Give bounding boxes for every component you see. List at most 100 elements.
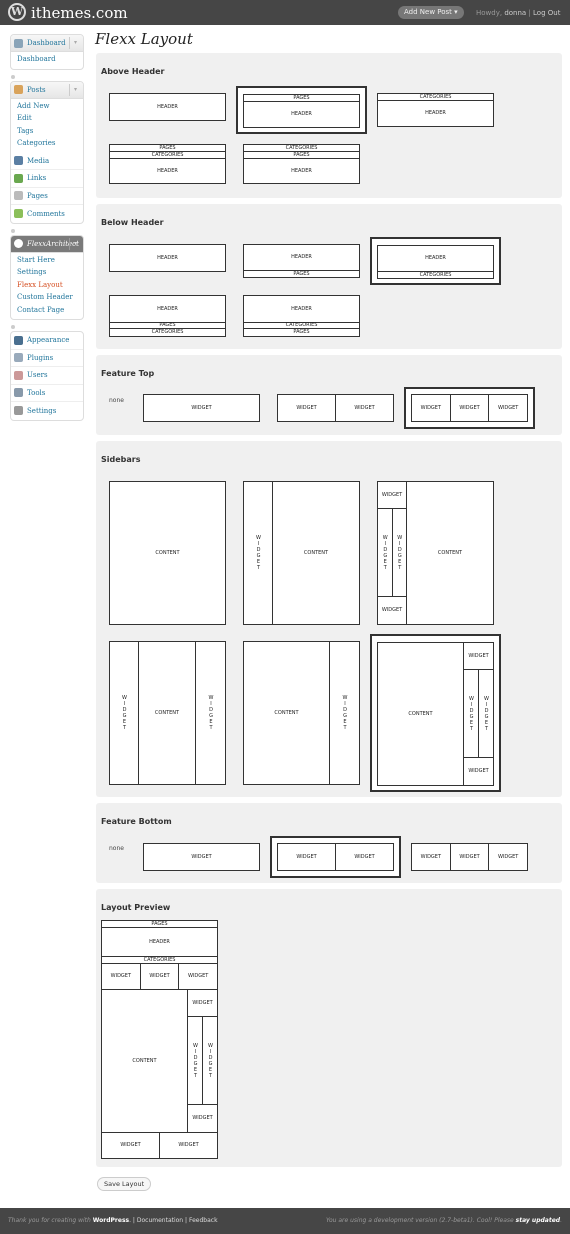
widget-block: WIDGET — [188, 973, 209, 979]
layout-option-selected[interactable]: WIDGET WIDGET — [270, 836, 401, 878]
submenu-edit[interactable]: Edit — [17, 112, 83, 125]
menu-links[interactable]: Links — [11, 170, 83, 188]
layout-option-selected[interactable]: PAGES HEADER — [236, 86, 367, 134]
layout-option[interactable]: HEADER — [109, 93, 226, 121]
menu-appearance[interactable]: Appearance — [11, 332, 83, 350]
menu-group-settings: Appearance Plugins Users Tools Settings — [10, 331, 84, 421]
widget-block: WIDGET — [483, 695, 490, 732]
layout-option[interactable]: WIDGET — [143, 843, 260, 871]
submenu-tags[interactable]: Tags — [17, 125, 83, 138]
widget-block: WIDGET — [178, 1142, 199, 1148]
toggle-arrow-icon[interactable]: ▾ — [69, 237, 81, 250]
wordpress-link[interactable]: WordPress — [93, 1217, 129, 1224]
widget-block: WIDGET — [464, 670, 479, 757]
widget-block: WIDGET — [102, 964, 141, 989]
section-title: Feature Top — [101, 369, 155, 378]
save-layout-button[interactable]: Save Layout — [97, 1177, 152, 1191]
stay-updated-link[interactable]: stay updated — [516, 1217, 560, 1224]
layout-option[interactable]: WIDGET WIDGET — [277, 394, 394, 422]
layout-option[interactable]: HEADER — [109, 244, 226, 272]
categories-block: CATEGORIES — [244, 145, 359, 152]
layout-option[interactable]: WIDGET WIDGET WIDGET — [411, 843, 528, 871]
widget-block: WIDGET — [342, 695, 348, 731]
layout-option[interactable]: HEADER CATEGORIES PAGES — [243, 295, 360, 337]
submenu-flexx-layout[interactable]: Flexx Layout — [17, 279, 83, 292]
content-block: CONTENT — [155, 549, 180, 556]
widget-block: WIDGET — [141, 964, 180, 989]
header-block: HEADER — [157, 167, 178, 174]
none-option-label[interactable]: none — [109, 397, 124, 404]
submenu-dashboard[interactable]: Dashboard — [17, 53, 83, 66]
widget-block: WIDGET — [378, 482, 406, 509]
pages-block: PAGES — [244, 152, 359, 159]
widget-block: WIDGET — [354, 404, 375, 411]
menu-tools[interactable]: Tools — [11, 385, 83, 402]
add-new-post-button[interactable]: Add New Post ▾ — [398, 6, 464, 19]
menu-settings[interactable]: Settings — [11, 402, 83, 420]
logout-link[interactable]: Log Out — [533, 9, 560, 17]
layout-option[interactable]: WIDGET CONTENT WIDGET — [109, 641, 226, 785]
user-greeting: Howdy, donna | Log Out — [476, 9, 561, 17]
layout-option[interactable]: CONTENT WIDGET — [243, 641, 360, 785]
pages-block: PAGES — [102, 921, 217, 928]
layout-option[interactable]: CONTENT — [109, 481, 226, 625]
widget-block: WIDGET — [207, 1042, 214, 1079]
menu-separator — [10, 323, 84, 331]
feedback-link[interactable]: Feedback — [189, 1217, 218, 1224]
footer-thanks: Thank you for creating with — [8, 1217, 91, 1224]
submenu-categories[interactable]: Categories — [17, 137, 83, 150]
menu-users[interactable]: Users — [11, 367, 83, 385]
submenu-add-new[interactable]: Add New — [17, 100, 83, 113]
layout-option[interactable]: WIDGET WIDGET WIDGET WIDGET CONTENT — [377, 481, 494, 625]
user-name-link[interactable]: donna — [504, 9, 526, 17]
none-option-label[interactable]: none — [109, 845, 124, 852]
layout-option-selected[interactable]: CONTENT WIDGET WIDGET WIDGET WIDGET — [370, 634, 501, 792]
menu-media[interactable]: Media — [11, 153, 83, 170]
widget-block: WIDGET — [498, 853, 519, 860]
wordpress-logo-icon: W — [8, 3, 26, 21]
pages-icon — [14, 191, 23, 201]
site-name[interactable]: ithemes.com — [31, 4, 128, 22]
layout-option[interactable]: WIDGET CONTENT — [243, 481, 360, 625]
panel-layout-preview: Layout Preview PAGES HEADER CATEGORIES W… — [96, 889, 562, 1167]
layout-option-selected[interactable]: HEADER CATEGORIES — [370, 237, 501, 285]
submenu-custom-header[interactable]: Custom Header — [17, 291, 83, 304]
layout-option[interactable]: WIDGET — [143, 394, 260, 422]
widget-block: WIDGET — [464, 643, 493, 670]
footer-version: You are using a development version (2.7… — [325, 1217, 562, 1224]
toggle-arrow-icon[interactable]: ▾ — [69, 83, 81, 96]
layout-option[interactable]: CATEGORIES PAGES HEADER — [243, 144, 360, 184]
layout-option-selected[interactable]: WIDGET WIDGET WIDGET — [404, 387, 535, 429]
header-block: HEADER — [291, 167, 312, 174]
menu-comments[interactable]: Comments — [11, 205, 83, 223]
header-block: HEADER — [291, 111, 312, 117]
flexx-architect-icon — [14, 239, 23, 248]
widget-block: WIDGET — [451, 844, 490, 870]
content-block: CONTENT — [102, 990, 188, 1132]
panel-above-header: Above Header HEADER PAGES HEADER CATEGOR… — [96, 53, 562, 198]
menu-flexx-architect[interactable]: FlexxArchitect ▾ — [11, 235, 83, 253]
widget-block: WIDGET — [451, 395, 490, 421]
submenu-start-here[interactable]: Start Here — [17, 254, 83, 267]
layout-option[interactable]: CATEGORIES HEADER — [377, 93, 494, 127]
submenu-settings[interactable]: Settings — [17, 266, 83, 279]
layout-option[interactable]: HEADER PAGES CATEGORIES — [109, 295, 226, 337]
layout-option[interactable]: PAGES CATEGORIES HEADER — [109, 144, 226, 184]
submenu-contact-page[interactable]: Contact Page — [17, 304, 83, 317]
section-title: Layout Preview — [101, 903, 171, 912]
pages-block: PAGES — [110, 145, 225, 152]
links-icon — [14, 173, 23, 183]
header-block: HEADER — [157, 305, 178, 312]
documentation-link[interactable]: Documentation — [137, 1217, 183, 1224]
widget-block: WIDGET — [468, 768, 489, 774]
menu-posts[interactable]: Posts ▾ — [11, 81, 83, 99]
menu-pages[interactable]: Pages — [11, 188, 83, 205]
toggle-arrow-icon[interactable]: ▾ — [69, 37, 81, 49]
content-block: CONTENT — [378, 643, 464, 785]
section-title: Below Header — [101, 218, 164, 227]
menu-dashboard[interactable]: Dashboard ▾ — [11, 35, 83, 52]
menu-plugins[interactable]: Plugins — [11, 350, 83, 367]
media-icon — [14, 156, 23, 166]
layout-option[interactable]: HEADER PAGES — [243, 244, 360, 278]
header-block: HEADER — [425, 255, 446, 261]
